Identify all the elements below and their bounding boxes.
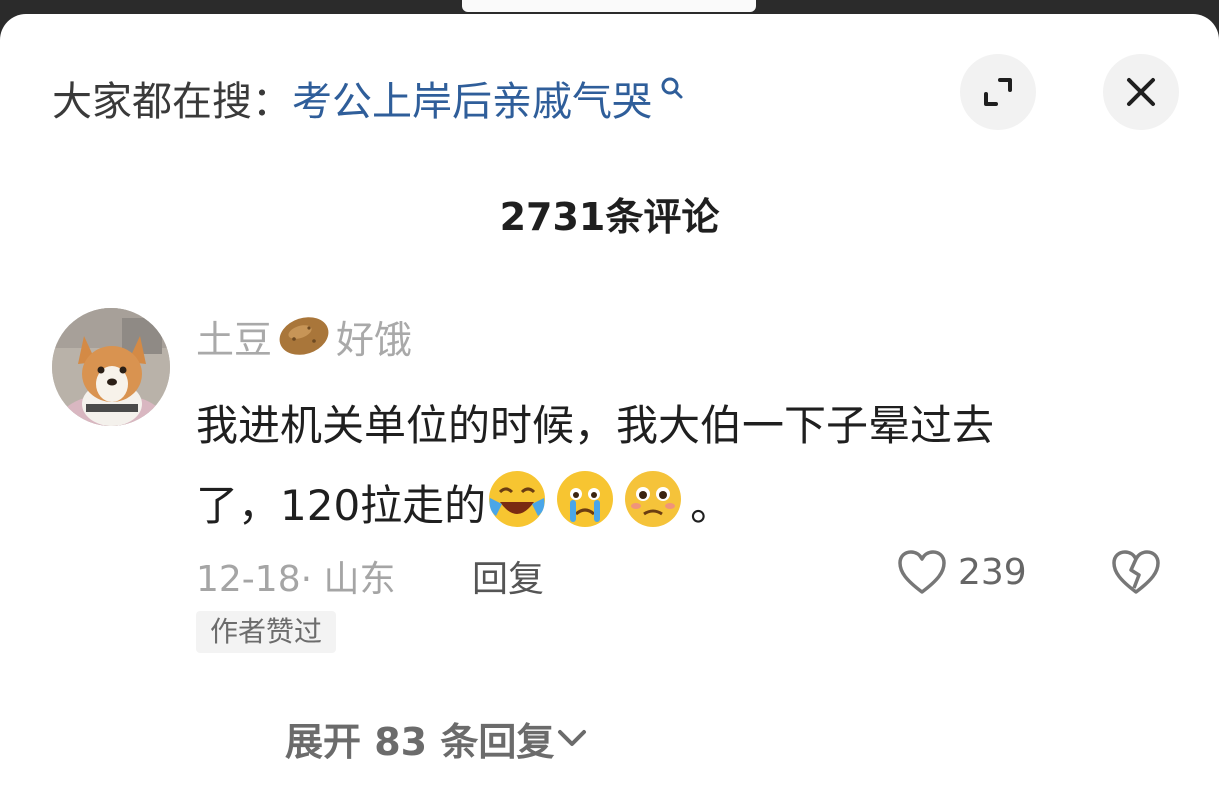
like-count: 239	[958, 551, 1027, 593]
comment-line-2-end: 。	[690, 481, 733, 530]
corgi-avatar	[52, 308, 170, 426]
crying-emoji	[557, 471, 614, 527]
expand-icon	[984, 78, 1012, 106]
comment-count-title: 2731条评论	[499, 195, 720, 239]
chevron-down-icon	[558, 730, 587, 746]
search-query-link[interactable]: 考公上岸后亲戚气哭	[292, 69, 652, 127]
comment-line-2-text: 了，120拉走的	[196, 481, 487, 530]
top-status-pill	[462, 0, 756, 12]
comment-line-1: 我进机关单位的时候，我大伯一下子晕过去	[196, 401, 995, 450]
potato-emoji	[279, 317, 329, 355]
search-suggestion[interactable]: 大家都在搜： 考公上岸后亲戚气哭	[52, 70, 686, 126]
search-prefix: 大家都在搜：	[52, 79, 292, 125]
expand-button[interactable]	[960, 54, 1036, 130]
username-text: 土豆	[196, 317, 273, 362]
close-button[interactable]	[1103, 54, 1179, 130]
username-suffix-text: 好饿	[336, 317, 413, 362]
laughing-crying-emoji	[489, 471, 546, 527]
expand-replies-label: 展开 83 条回复	[285, 719, 555, 764]
comment-line-2: 了，120拉走的 。	[196, 466, 1156, 546]
pleading-emoji	[625, 471, 682, 527]
comment-time-location: 12-18· 山东	[196, 559, 396, 600]
close-icon	[1127, 78, 1155, 106]
expand-replies-button[interactable]: 展开 83 条回复	[285, 710, 590, 766]
author-liked-badge: 作者赞过	[196, 611, 337, 653]
comment-sheet: 大家都在搜： 考公上岸后亲戚气哭 2731条评论 土豆 好饿 我进机关单位的时候…	[0, 14, 1219, 787]
comment-text: 我进机关单位的时候，我大伯一下子晕过去 了，120拉走的 。	[196, 386, 1156, 546]
comment-author[interactable]: 土豆 好饿	[196, 310, 412, 362]
reply-button[interactable]: 回复	[472, 550, 544, 602]
like-button[interactable]: 239	[896, 544, 1027, 600]
heart-icon	[898, 550, 946, 594]
broken-heart-icon[interactable]	[1110, 548, 1162, 596]
search-icon	[661, 77, 683, 99]
comment-meta: 12-18· 山东 回复 239	[196, 544, 1186, 600]
user-avatar[interactable]	[52, 308, 170, 426]
